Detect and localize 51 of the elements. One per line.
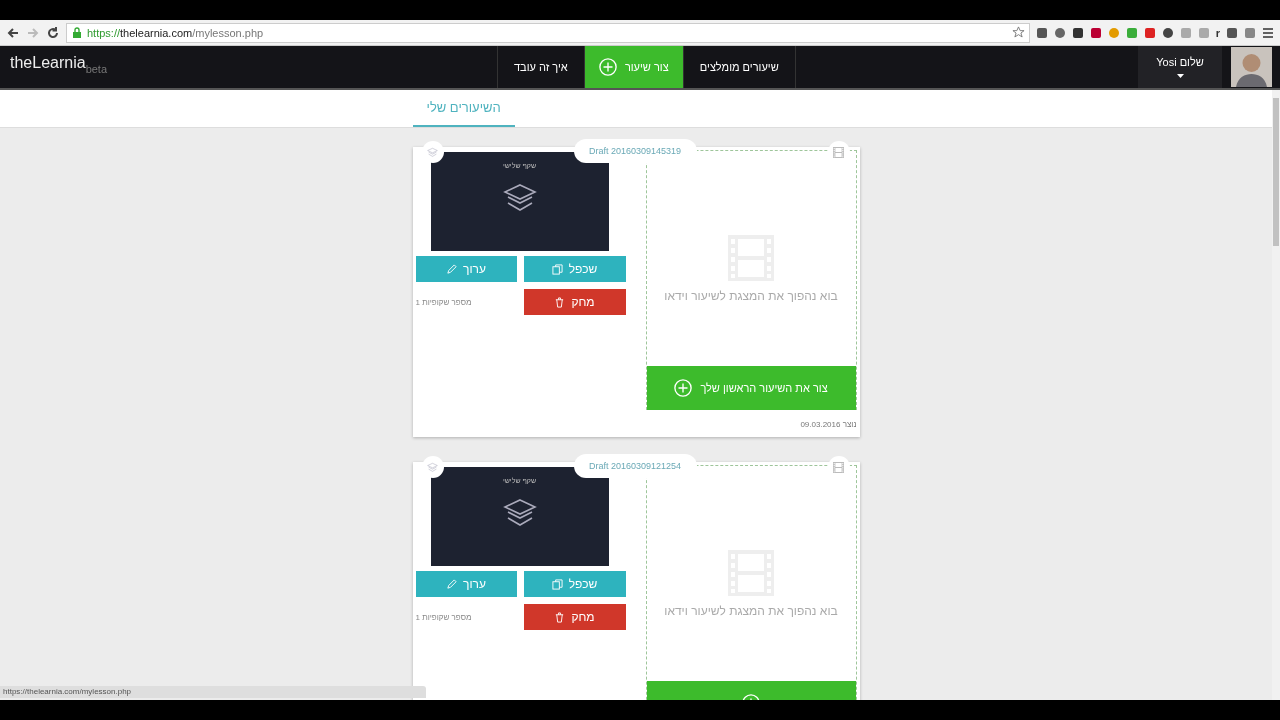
extension-icon[interactable] <box>1089 26 1102 39</box>
draft-label: Draft 20160309145319 <box>573 139 697 163</box>
delete-button[interactable]: מחק <box>523 604 626 630</box>
tab[interactable]: השיעורים שלי <box>412 90 515 127</box>
url-text: https://thelearnia.com/mylesson.php <box>87 26 264 39</box>
caret-icon <box>1176 74 1184 78</box>
copy-icon <box>551 263 563 275</box>
create-lesson-button[interactable]: צור את השיעור הראשון שלך <box>646 366 856 410</box>
pencil-icon <box>446 263 458 275</box>
slide-count: מספר שקופיות 1 <box>415 612 472 622</box>
layers-icon <box>427 146 438 158</box>
user-menu[interactable]: שלום Yosi <box>1138 46 1222 88</box>
avatar[interactable] <box>1230 47 1272 87</box>
film-icon <box>833 146 844 158</box>
beta-tag: beta <box>85 63 108 75</box>
duplicate-button[interactable]: שכפל <box>523 256 626 282</box>
star-icon[interactable] <box>1011 26 1025 39</box>
extension-icon[interactable] <box>1161 26 1174 39</box>
extension-icon[interactable] <box>1071 26 1084 39</box>
address-bar[interactable]: https://thelearnia.com/mylesson.php <box>66 22 1030 43</box>
delete-button[interactable]: מחק <box>523 289 626 315</box>
extension-icon[interactable] <box>1053 26 1066 39</box>
film-icon <box>833 461 844 473</box>
extension-icon[interactable] <box>1035 26 1048 39</box>
video-hint: בוא נהפוך את המצגת לשיעור וידאו <box>664 288 838 303</box>
pencil-icon <box>446 578 458 590</box>
create-lesson-nav-button[interactable]: צור שיעור <box>583 46 683 88</box>
extension-icon[interactable] <box>1226 26 1238 39</box>
back-icon[interactable] <box>6 25 20 40</box>
draft-label: Draft 20160309121254 <box>573 454 697 478</box>
layers-icon <box>502 183 537 213</box>
layers-icon <box>502 498 537 528</box>
lock-icon <box>71 26 83 39</box>
duplicate-button[interactable]: שכפל <box>523 571 626 597</box>
trash-icon <box>554 611 566 623</box>
edit-button[interactable]: ערוך <box>415 256 517 282</box>
nav-link[interactable]: איך זה עובד <box>497 46 584 88</box>
reload-icon[interactable] <box>46 25 60 40</box>
plus-icon <box>598 58 617 76</box>
trash-icon <box>554 296 566 308</box>
slide-count: מספר שקופיות 1 <box>415 297 472 307</box>
layers-icon <box>427 461 438 473</box>
video-hint: בוא נהפוך את המצגת לשיעור וידאו <box>664 603 838 618</box>
created-date: נוצר 09.03.2016 <box>799 420 857 429</box>
status-url: https://thelearnia.com/mylesson.php <box>0 686 426 698</box>
copy-icon <box>551 578 563 590</box>
menu-icon[interactable] <box>1262 26 1274 39</box>
logo[interactable]: theLearnia <box>10 54 86 72</box>
edit-button[interactable]: ערוך <box>415 571 517 597</box>
plus-icon <box>674 379 693 397</box>
extension-icon[interactable]: r <box>1215 26 1220 39</box>
